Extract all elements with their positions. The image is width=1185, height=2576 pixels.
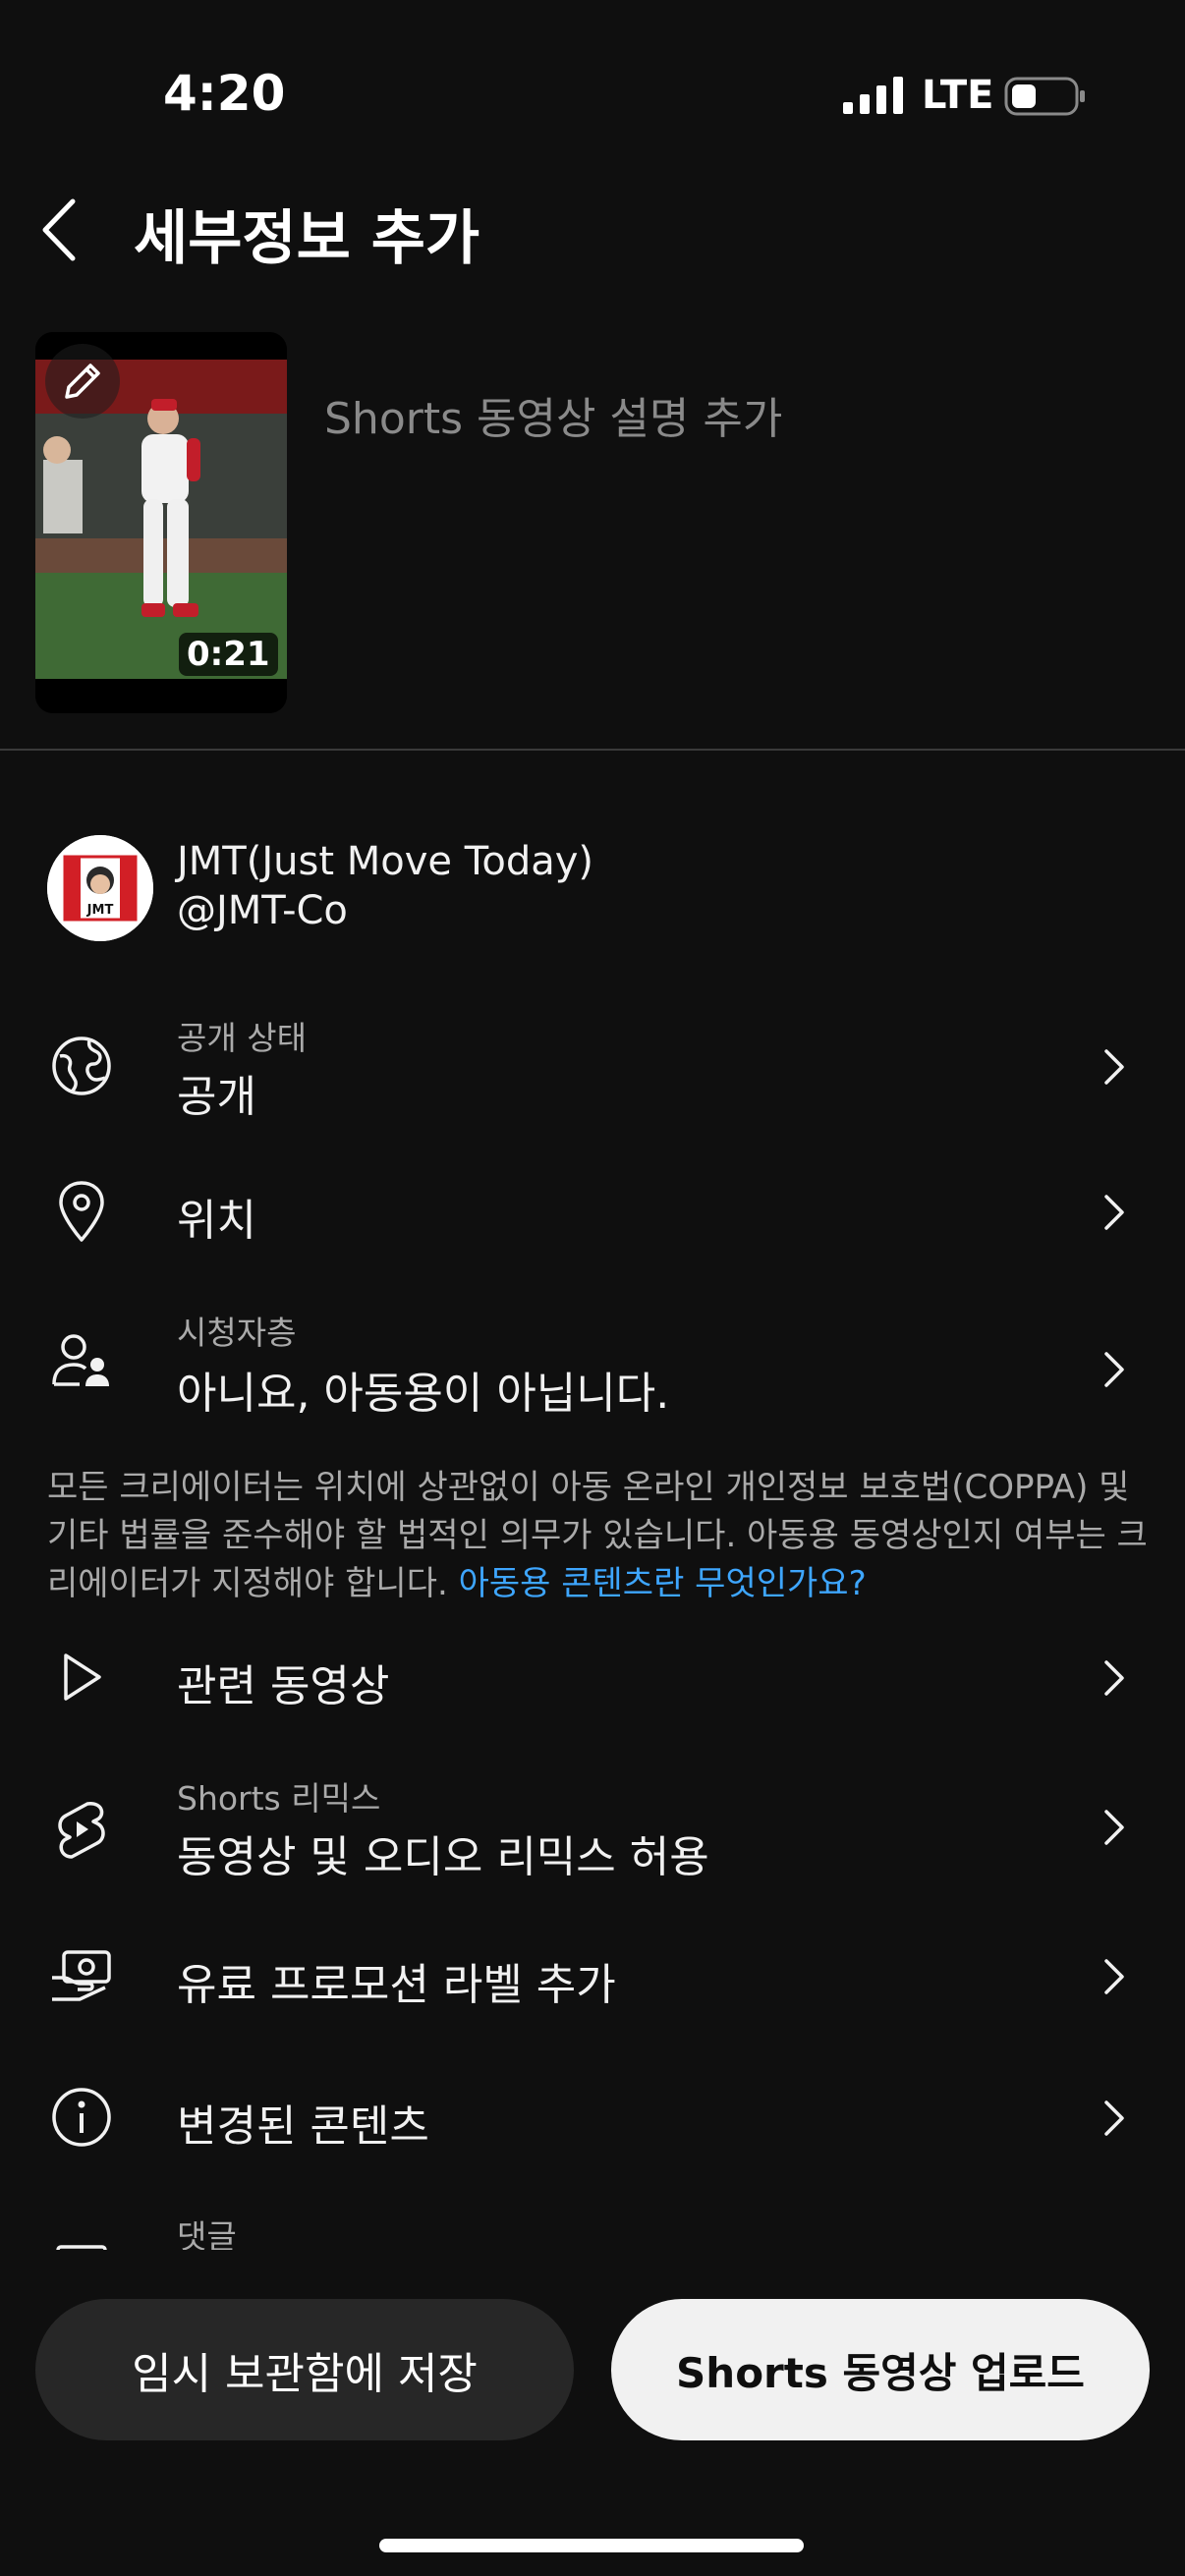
add-details-screen: 4:20 LTE 세부정보 추가 0:21 Shorts 동영상 설명 추가 J… (0, 0, 1185, 2576)
network-type: LTE (922, 73, 994, 118)
audience-icon (47, 1326, 116, 1395)
made-for-kids-link[interactable]: 아동용 콘텐츠란 무엇인가요? (459, 1564, 867, 1603)
related-video-row[interactable]: 관련 동영상 (0, 1637, 1185, 1717)
channel-avatar: JMT (47, 835, 153, 941)
chevron-right-icon (1097, 1039, 1132, 1094)
related-video-label: 관련 동영상 (177, 1661, 390, 1711)
save-draft-button[interactable]: 임시 보관함에 저장 (35, 2299, 574, 2440)
altered-content-label: 변경된 콘텐츠 (177, 2101, 429, 2152)
info-icon (47, 2083, 116, 2152)
visibility-value: 공개 (177, 1072, 256, 1122)
video-duration: 0:21 (179, 633, 278, 676)
audience-row[interactable]: 시청자층 아니요, 아동용이 아닙니다. (0, 1297, 1185, 1425)
location-pin-icon (47, 1177, 116, 1246)
chevron-right-icon (1097, 1185, 1132, 1240)
divider (0, 749, 1185, 751)
audience-label: 시청자층 (177, 1314, 297, 1352)
location-label: 위치 (177, 1196, 256, 1246)
shorts-remix-icon (47, 1796, 116, 1865)
coppa-notice: 모든 크리에이터는 위치에 상관없이 아동 온라인 개인정보 보호법(COPPA… (47, 1464, 1148, 1608)
battery-icon (1004, 77, 1085, 116)
globe-icon (47, 1032, 116, 1100)
paid-promotion-row[interactable]: 유료 프로모션 라벨 추가 (0, 1935, 1185, 2016)
visibility-label: 공개 상태 (177, 1019, 307, 1057)
chevron-right-icon (1097, 1342, 1132, 1397)
chevron-right-icon (1097, 1949, 1132, 2004)
remix-row[interactable]: Shorts 리믹스 동영상 및 오디오 리믹스 허용 (0, 1768, 1185, 1896)
video-thumbnail[interactable]: 0:21 (35, 332, 287, 713)
play-icon (47, 1643, 116, 1711)
back-arrow-icon (42, 198, 76, 261)
channel-handle: @JMT-Co (177, 888, 348, 933)
edit-thumbnail-button[interactable] (45, 344, 120, 419)
remix-value: 동영상 및 오디오 리믹스 허용 (177, 1832, 709, 1882)
page-title: 세부정보 추가 (134, 204, 480, 273)
chevron-right-icon (1097, 1651, 1132, 1706)
paid-promotion-icon (47, 1941, 116, 2010)
avatar-logo: JMT (47, 835, 153, 941)
pencil-icon (65, 364, 100, 399)
chevron-right-icon (1097, 2091, 1132, 2146)
visibility-row[interactable]: 공개 상태 공개 (0, 1002, 1185, 1130)
svg-text:JMT: JMT (86, 903, 114, 918)
description-input[interactable]: Shorts 동영상 설명 추가 (324, 383, 782, 446)
chevron-right-icon (1097, 1800, 1132, 1855)
location-row[interactable]: 위치 (0, 1171, 1185, 1252)
paid-promotion-label: 유료 프로모션 라벨 추가 (177, 1960, 616, 2010)
signal-icon (843, 77, 903, 114)
channel-name: JMT(Just Move Today) (177, 839, 594, 884)
status-time: 4:20 (163, 65, 286, 122)
home-indicator[interactable] (379, 2539, 804, 2552)
remix-label: Shorts 리믹스 (177, 1779, 381, 1818)
altered-content-row[interactable]: 변경된 콘텐츠 (0, 2077, 1185, 2157)
audience-value: 아니요, 아동용이 아닙니다. (177, 1369, 670, 1419)
upload-short-button[interactable]: Shorts 동영상 업로드 (611, 2299, 1150, 2440)
back-button[interactable] (28, 189, 90, 271)
